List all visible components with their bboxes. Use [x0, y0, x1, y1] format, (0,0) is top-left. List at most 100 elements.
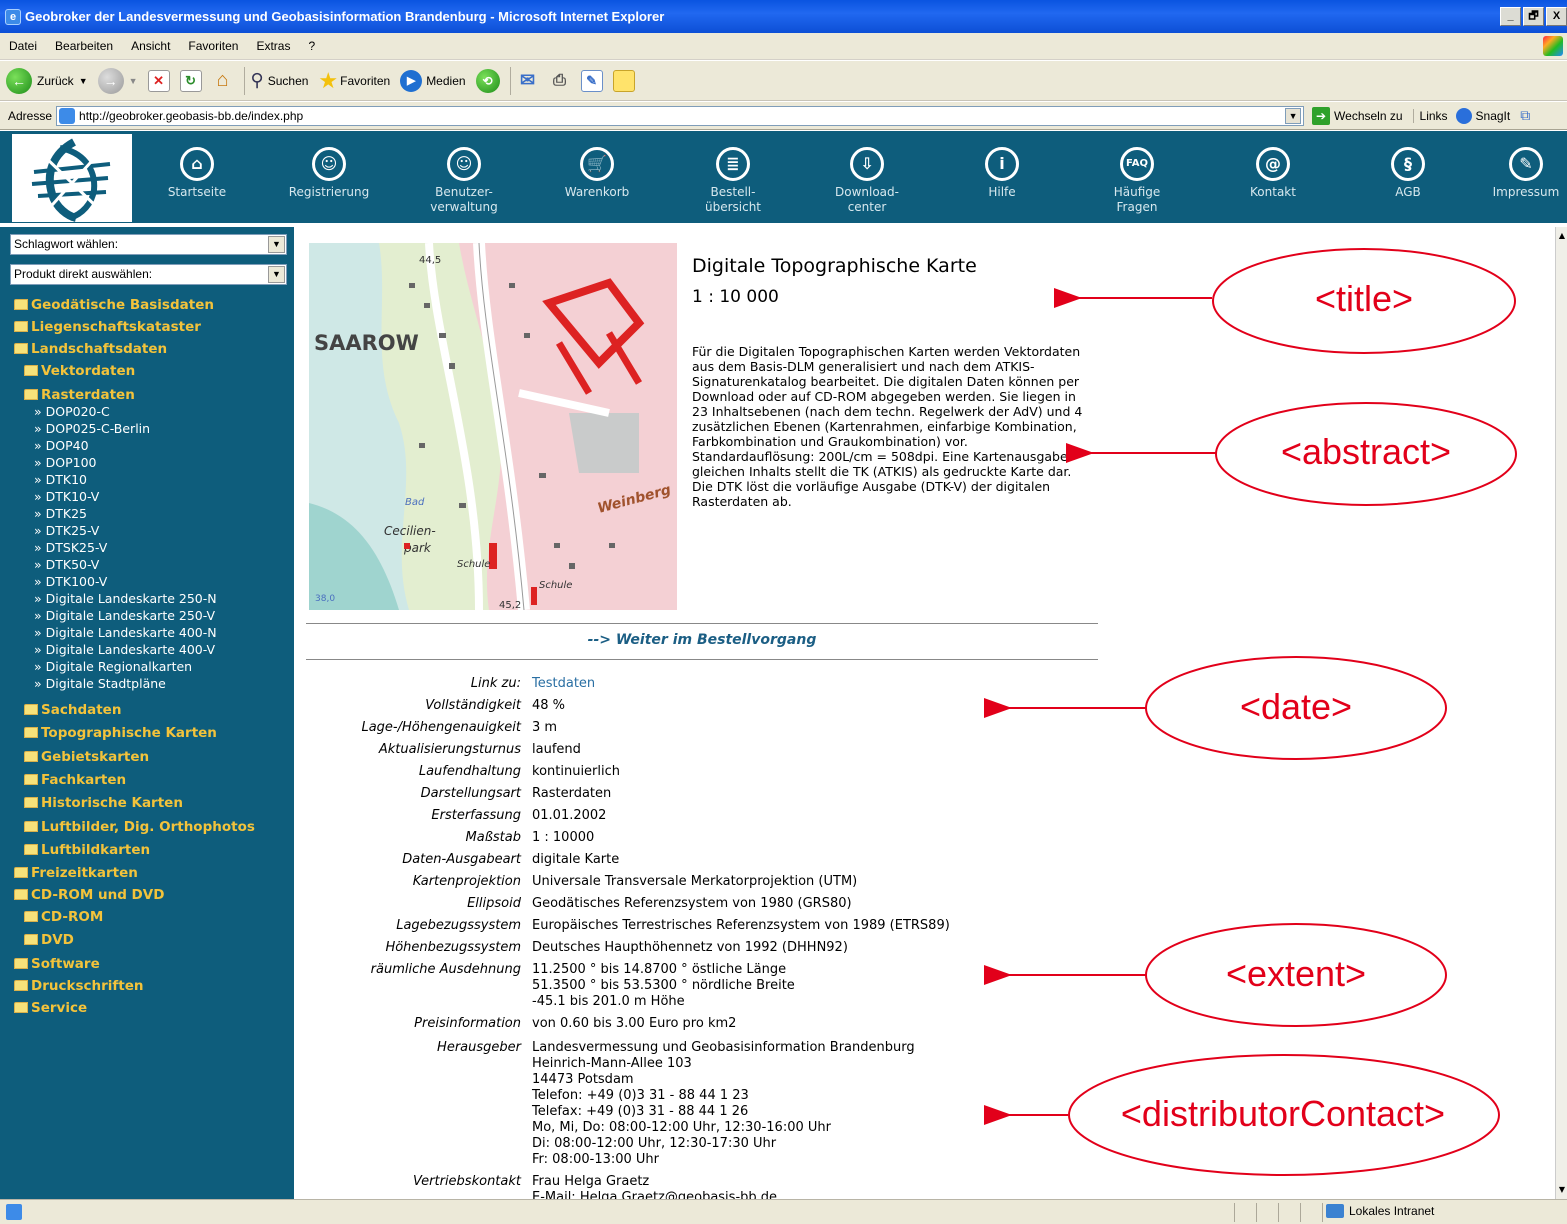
history-icon[interactable]: ⟲ [475, 68, 500, 93]
category-geodaetische-basisdaten[interactable]: Geodätische Basisdaten [14, 297, 214, 313]
map-label: Schule [457, 559, 490, 570]
status-bar: Lokales Intranet [0, 1199, 1567, 1224]
chevron-down-icon: ▼ [128, 75, 138, 86]
links-button[interactable]: Links [1412, 108, 1448, 123]
category-label: Vektordaten [41, 363, 136, 379]
mail-icon[interactable]: ✉ [517, 70, 539, 92]
back-button[interactable]: ← Zurück ▼ [6, 67, 88, 94]
snagit-button[interactable]: SnagIt ⧉ [1455, 107, 1530, 124]
category-gebietskarten[interactable]: Gebietskarten [24, 749, 149, 765]
folder-icon [24, 389, 38, 400]
nav-benutzerverwaltung[interactable]: ☺ Benutzer- verwaltung [409, 147, 519, 215]
product-title: Digitale Topographische Karte [692, 255, 977, 277]
map-label: 44,5 [419, 255, 441, 266]
info-icon: i [985, 147, 1019, 181]
nav-kontakt[interactable]: @ Kontakt [1218, 147, 1328, 200]
raster-item[interactable]: » DOP40 [34, 438, 89, 453]
raster-item[interactable]: » Digitale Landeskarte 400-V [34, 642, 215, 657]
favorites-button[interactable]: ★ Favoriten [318, 68, 390, 94]
menu-extras[interactable]: Extras [247, 39, 299, 53]
maximize-button[interactable]: 🗗 [1523, 7, 1544, 26]
category-landschaftsdaten[interactable]: Landschaftsdaten [14, 341, 167, 357]
raster-item[interactable]: » DTK100-V [34, 574, 107, 589]
category-rasterdaten[interactable]: Rasterdaten [24, 387, 135, 403]
nav-downloadcenter[interactable]: ⇩ Download- center [812, 147, 922, 215]
nav-warenkorb[interactable]: 🛒 Warenkorb [542, 147, 652, 200]
nav-impressum[interactable]: ✎ Impressum [1471, 147, 1567, 200]
menu-bearbeiten[interactable]: Bearbeiten [46, 39, 122, 53]
nav-hilfe[interactable]: i Hilfe [947, 147, 1057, 200]
raster-item[interactable]: » DOP025-C-Berlin [34, 421, 150, 436]
category-freizeitkarten[interactable]: Freizeitkarten [14, 865, 138, 881]
raster-item[interactable]: » Digitale Landeskarte 250-N [34, 591, 217, 606]
media-button[interactable]: ▶ Medien [400, 69, 466, 92]
raster-item[interactable]: » DTSK25-V [34, 540, 107, 555]
home-icon[interactable]: ⌂ [212, 69, 234, 92]
minimize-button[interactable]: _ [1500, 7, 1521, 26]
vertical-scrollbar[interactable]: ▲ ▼ [1555, 227, 1567, 1199]
toolbar-separator [243, 66, 245, 95]
cart-icon: 🛒 [580, 147, 614, 181]
map-preview-image: SAAROW Weinberg Cecilien- park Bad Schul… [309, 243, 677, 610]
menu-ansicht[interactable]: Ansicht [122, 39, 179, 53]
raster-item[interactable]: » DTK10-V [34, 489, 99, 504]
nav-agb[interactable]: § AGB [1353, 147, 1463, 200]
raster-item[interactable]: » Digitale Stadtpläne [34, 676, 166, 691]
raster-item[interactable]: » DTK25-V [34, 523, 99, 538]
menu-datei[interactable]: Datei [0, 39, 46, 53]
category-sachdaten[interactable]: Sachdaten [24, 702, 121, 718]
category-dvd[interactable]: DVD [24, 932, 74, 948]
refresh-icon[interactable]: ↻ [179, 69, 202, 92]
raster-item[interactable]: » Digitale Landeskarte 400-N [34, 625, 217, 640]
edit-icon[interactable]: ✎ [580, 69, 603, 92]
raster-item[interactable]: » DOP020-C [34, 404, 110, 419]
scroll-down-icon[interactable]: ▼ [1556, 1183, 1567, 1197]
scroll-up-icon[interactable]: ▲ [1556, 229, 1567, 243]
testdaten-link[interactable]: Testdaten [532, 676, 595, 692]
category-liegenschaftskataster[interactable]: Liegenschaftskataster [14, 319, 201, 335]
print-icon[interactable]: ⎙ [549, 70, 571, 92]
raster-item[interactable]: » DTK25 [34, 506, 87, 521]
folder-icon [24, 774, 38, 785]
forward-button[interactable]: → ▼ [97, 67, 138, 94]
favorites-label: Favoriten [340, 73, 391, 88]
raster-item[interactable]: » Digitale Regionalkarten [34, 659, 192, 674]
keyword-select[interactable]: Schlagwort wählen: ▼ [10, 234, 287, 255]
close-button[interactable]: X [1546, 7, 1567, 26]
stop-icon[interactable]: ✕ [147, 69, 170, 92]
nav-bestelluebersicht[interactable]: ≣ Bestell- übersicht [678, 147, 788, 215]
menu-help[interactable]: ? [299, 39, 324, 53]
category-software[interactable]: Software [14, 956, 100, 972]
raster-item[interactable]: » DTK10 [34, 472, 87, 487]
product-select[interactable]: Produkt direkt auswählen: ▼ [10, 264, 287, 285]
category-luftbilder[interactable]: Luftbilder, Dig. Orthophotos [24, 819, 255, 835]
category-cd-rom-und-dvd[interactable]: CD-ROM und DVD [14, 887, 164, 903]
continue-order-link[interactable]: --> Weiter im Bestellvorgang [306, 632, 1098, 648]
category-fachkarten[interactable]: Fachkarten [24, 772, 126, 788]
raster-item[interactable]: » DTK50-V [34, 557, 99, 572]
nav-haeufige-fragen[interactable]: FAQ Häufige Fragen [1082, 147, 1192, 215]
chevron-down-icon[interactable]: ▼ [1285, 107, 1302, 124]
logo[interactable] [12, 134, 132, 222]
category-service[interactable]: Service [14, 1000, 87, 1016]
menu-bar: Datei Bearbeiten Ansicht Favoriten Extra… [0, 33, 1567, 60]
search-button[interactable]: ⚲ Suchen [251, 70, 309, 91]
category-druckschriften[interactable]: Druckschriften [14, 978, 143, 994]
category-vektordaten[interactable]: Vektordaten [24, 363, 135, 379]
note-icon[interactable] [612, 69, 635, 92]
nav-startseite[interactable]: ⌂ Startseite [142, 147, 252, 200]
snagit-label: SnagIt [1475, 108, 1511, 123]
folder-icon [24, 911, 38, 922]
raster-item[interactable]: » Digitale Landeskarte 250-V [34, 608, 215, 623]
nav-registrierung[interactable]: ☺ Registrierung [274, 147, 384, 200]
address-input[interactable]: http://geobroker.geobasis-bb.de/index.ph… [56, 105, 1305, 126]
category-topographische-karten[interactable]: Topographische Karten [24, 725, 217, 741]
category-luftbildkarten[interactable]: Luftbildkarten [24, 842, 150, 858]
category-historische-karten[interactable]: Historische Karten [24, 795, 183, 811]
go-button[interactable]: ➔ Wechseln zu [1312, 106, 1403, 125]
menu-favoriten[interactable]: Favoriten [179, 39, 247, 53]
raster-item[interactable]: » DOP100 [34, 455, 96, 470]
category-cd-rom[interactable]: CD-ROM [24, 909, 103, 925]
user-admin-icon: ☺ [447, 147, 481, 181]
detail-label: räumliche Ausdehnung [370, 962, 521, 977]
